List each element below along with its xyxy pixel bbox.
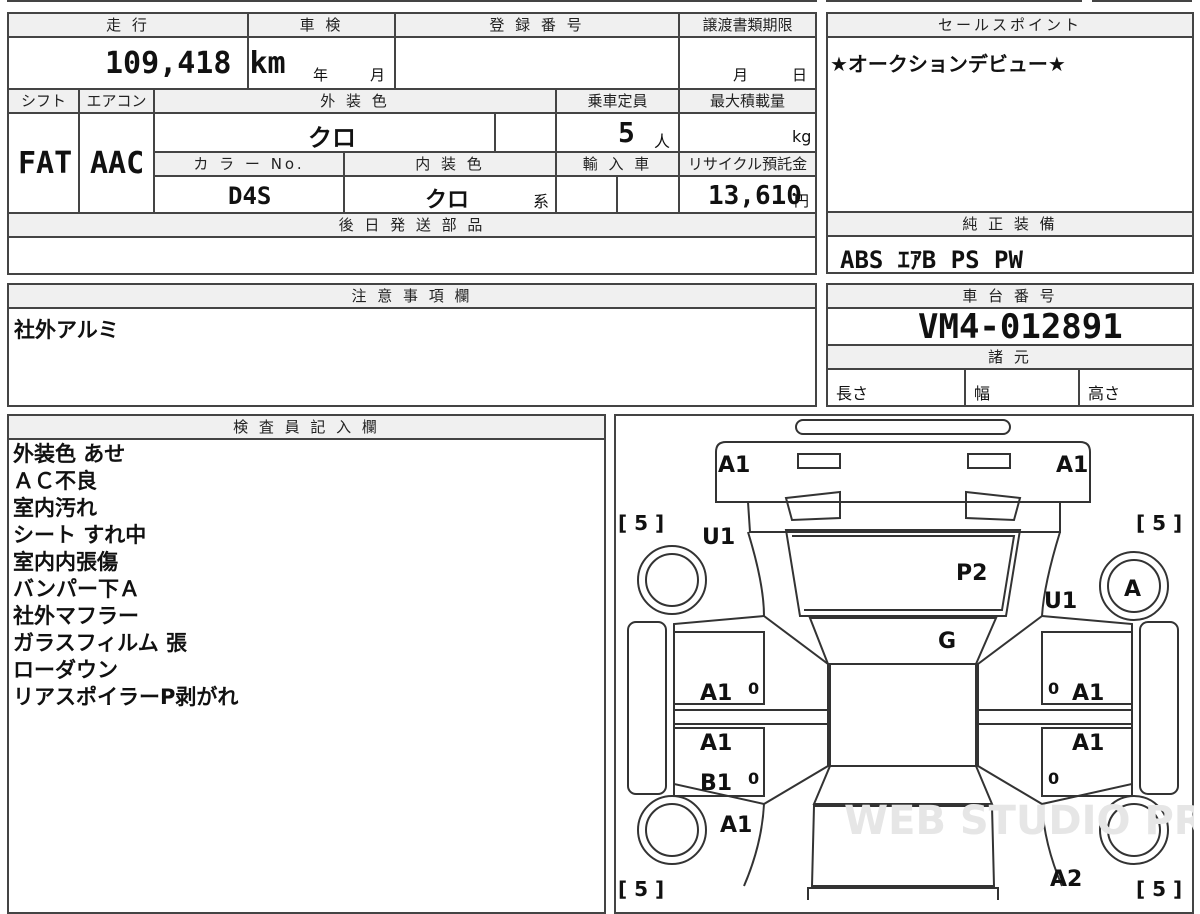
tire-rl-mark: [ 5 ]: [618, 877, 664, 900]
transfer-header: 譲渡書類期限: [680, 14, 815, 36]
tire-fr-mark: [ 5 ]: [1136, 511, 1182, 535]
transfer-day: 日: [792, 66, 808, 84]
zero-fr-mark: 0: [1048, 679, 1059, 698]
door-rl-mark: A1: [700, 731, 732, 756]
equipment-text: ABS ｴｱB PS PW: [840, 246, 1023, 274]
equipment-header: 純 正 装 備: [828, 213, 1192, 235]
tire-fl-mark: [ 5 ]: [618, 511, 664, 535]
interior-suffix: 系: [533, 192, 550, 211]
mileage-header: 走 行: [9, 14, 247, 36]
exterior-header: 外 装 色: [155, 90, 555, 112]
door-fr-mark: A1: [1072, 681, 1104, 706]
notes-text: 社外アルミ: [14, 318, 119, 342]
inspection-month: 月: [370, 66, 386, 84]
inspector-item: 室内汚れ: [13, 496, 97, 520]
ac-header: エアコン: [80, 90, 153, 112]
maxload-unit: kg: [792, 127, 812, 146]
inspector-item: 外装色 あせ: [13, 442, 126, 466]
inspector-item: シート すれ中: [13, 523, 147, 547]
windshield-mark: G: [938, 629, 956, 654]
front-left-mark: A1: [718, 453, 750, 478]
interior-header: 内 装 色: [345, 153, 555, 175]
spec-height: 高さ: [1088, 384, 1121, 403]
fender-left-mark: U1: [702, 525, 735, 550]
wheel-right-mark: A: [1124, 577, 1141, 602]
colorno-value: D4S: [228, 182, 272, 210]
notes-header: 注 意 事 項 欄: [9, 285, 815, 307]
inspection-year: 年: [313, 66, 329, 84]
shift-header: シフト: [9, 90, 78, 112]
capacity-value: 5: [618, 116, 635, 149]
registration-header: 登 録 番 号: [396, 14, 678, 36]
spec-length: 長さ: [836, 384, 869, 403]
inspector-item: リアスポイラーP剥がれ: [13, 685, 239, 709]
zero-rr-mark: 0: [1048, 769, 1059, 788]
interior-value: クロ: [425, 188, 470, 213]
rear-right-mark: A2: [1050, 867, 1082, 892]
inspector-list: 外装色 あせ ＡＣ不良 室内汚れ シート すれ中 室内内張傷 バンパー下Ａ 社外…: [13, 441, 238, 711]
car-diagram: A1 A1 [ 5 ] [ 5 ] U1 U1 P2 G A A1 0 A1 0…: [618, 419, 1194, 900]
sill-left-mark: B1: [700, 771, 732, 796]
zero-rl-mark: 0: [748, 769, 759, 788]
fender-right-mark: U1: [1044, 589, 1077, 614]
later-parts-header: 後 日 発 送 部 品: [9, 214, 815, 236]
inspector-item: ＡＣ不良: [13, 469, 97, 493]
inspector-item: ローダウン: [13, 658, 118, 682]
door-rr-mark: A1: [1072, 731, 1104, 756]
inspector-item: バンパー下Ａ: [13, 577, 141, 601]
chassis-header: 車 台 番 号: [828, 285, 1192, 307]
tire-rr-mark: [ 5 ]: [1136, 877, 1182, 900]
inspector-item: 室内内張傷: [13, 550, 118, 574]
inspector-header: 検 査 員 記 入 欄: [9, 416, 604, 438]
door-fl-mark: A1: [700, 681, 732, 706]
exterior-value: クロ: [308, 124, 356, 152]
ac-value: AAC: [90, 146, 145, 181]
spec-width: 幅: [974, 384, 991, 403]
inspector-item: ガラスフィルム 張: [13, 631, 188, 655]
spec-header: 諸 元: [828, 346, 1192, 368]
colorno-header: カ ラ ー No.: [155, 153, 343, 175]
recycle-header: リサイクル預託金: [680, 153, 815, 175]
hood-mark: P2: [956, 561, 987, 586]
sales-point-header: セールスポイント: [828, 14, 1192, 36]
recycle-unit: 円: [794, 192, 810, 210]
chassis-number: VM4-012891: [918, 307, 1123, 347]
zero-fl-mark: 0: [748, 679, 759, 698]
capacity-unit: 人: [654, 132, 671, 151]
transfer-month: 月: [733, 66, 749, 84]
recycle-value: 13,610: [708, 181, 802, 211]
mileage-value: 109,418 km: [105, 46, 286, 81]
maxload-header: 最大積載量: [680, 90, 815, 112]
import-header: 輸 入 車: [557, 153, 678, 175]
inspector-item: 社外マフラー: [13, 604, 139, 628]
sales-point-text: ★オークションデビュー★: [830, 52, 1066, 76]
front-right-mark: A1: [1056, 453, 1088, 478]
capacity-header: 乗車定員: [557, 90, 678, 112]
watermark: WEB STUDIO PRO: [844, 798, 1194, 844]
shift-value: FAT: [18, 146, 73, 181]
inspection-header: 車 検: [249, 14, 394, 36]
rear-left-mark: A1: [720, 813, 752, 838]
